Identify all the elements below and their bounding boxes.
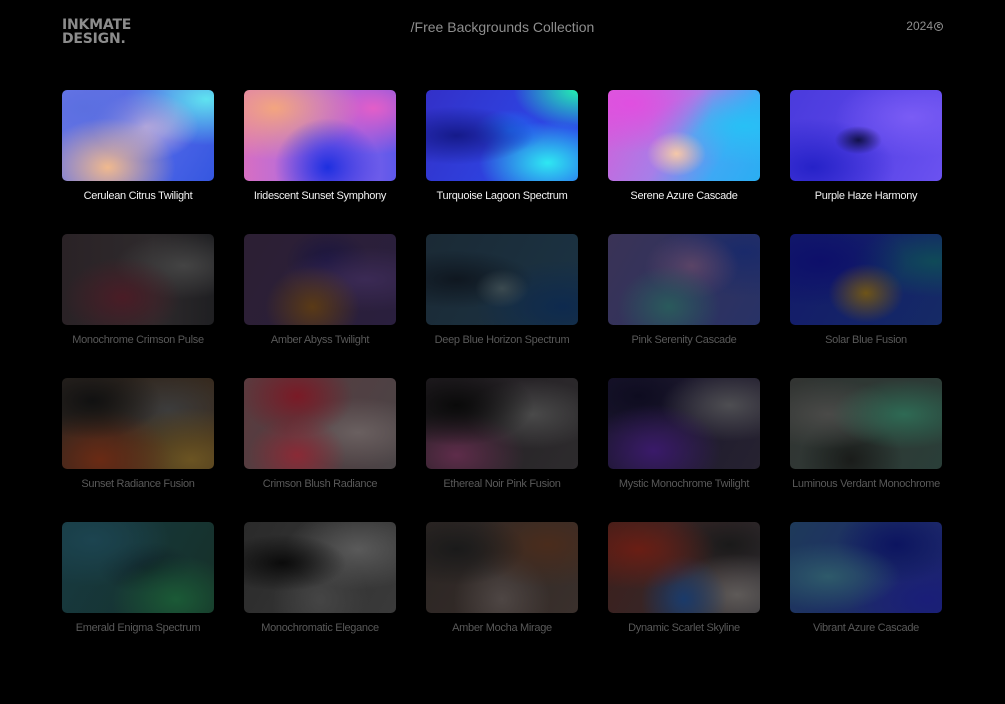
background-card[interactable]: Luminous Verdant Monochrome [790, 378, 942, 506]
background-title: Dynamic Scarlet Skyline [628, 622, 740, 634]
background-card[interactable]: Purple Haze Harmony [790, 90, 942, 218]
background-title: Ethereal Noir Pink Fusion [443, 478, 561, 490]
background-card[interactable]: Amber Abyss Twilight [244, 234, 396, 362]
background-card[interactable]: Cerulean Citrus Twilight [62, 90, 214, 218]
background-title: Cerulean Citrus Twilight [83, 190, 193, 202]
background-card[interactable]: Monochrome Crimson Pulse [62, 234, 214, 362]
background-card[interactable]: Iridescent Sunset Symphony [244, 90, 396, 218]
background-card[interactable]: Turquoise Lagoon Spectrum [426, 90, 578, 218]
background-card[interactable]: Solar Blue Fusion [790, 234, 942, 362]
background-title: Purple Haze Harmony [814, 190, 918, 202]
background-title: Emerald Enigma Spectrum [75, 622, 201, 634]
background-card[interactable]: Sunset Radiance Fusion [62, 378, 214, 506]
copyright-icon [934, 21, 943, 31]
background-thumbnail[interactable] [790, 90, 942, 181]
background-title: Deep Blue Horizon Spectrum [434, 334, 570, 346]
background-thumbnail[interactable] [426, 522, 578, 613]
background-thumbnail[interactable] [244, 378, 396, 469]
background-title: Monochrome Crimson Pulse [72, 334, 204, 346]
background-thumbnail[interactable] [62, 522, 214, 613]
background-title: Serene Azure Cascade [630, 190, 738, 202]
background-title: Monochromatic Elegance [261, 622, 379, 634]
background-thumbnail[interactable] [608, 234, 760, 325]
background-title: Turquoise Lagoon Spectrum [436, 190, 568, 202]
background-thumbnail[interactable] [244, 234, 396, 325]
background-card[interactable]: Crimson Blush Radiance [244, 378, 396, 506]
background-thumbnail[interactable] [608, 90, 760, 181]
background-card[interactable]: Pink Serenity Cascade [608, 234, 760, 362]
background-thumbnail[interactable] [608, 378, 760, 469]
background-card[interactable]: Vibrant Azure Cascade [790, 522, 942, 650]
background-thumbnail[interactable] [790, 522, 942, 613]
background-card[interactable]: Mystic Monochrome Twilight [608, 378, 760, 506]
background-title: Sunset Radiance Fusion [81, 478, 195, 490]
background-title: Amber Abyss Twilight [270, 334, 370, 346]
background-card[interactable]: Deep Blue Horizon Spectrum [426, 234, 578, 362]
year-stamp: 2024 [906, 19, 943, 33]
background-thumbnail[interactable] [426, 378, 578, 469]
background-title: Pink Serenity Cascade [631, 334, 737, 346]
background-card[interactable]: Emerald Enigma Spectrum [62, 522, 214, 650]
background-thumbnail[interactable] [426, 234, 578, 325]
background-thumbnail[interactable] [790, 378, 942, 469]
background-thumbnail[interactable] [608, 522, 760, 613]
background-card[interactable]: Ethereal Noir Pink Fusion [426, 378, 578, 506]
year-text: 2024 [906, 19, 933, 33]
background-card[interactable]: Dynamic Scarlet Skyline [608, 522, 760, 650]
background-thumbnail[interactable] [426, 90, 578, 181]
background-thumbnail[interactable] [244, 90, 396, 181]
background-title: Amber Mocha Mirage [452, 622, 552, 634]
background-title: Solar Blue Fusion [825, 334, 907, 346]
page-title: /Free Backgrounds Collection [410, 19, 595, 35]
background-title: Iridescent Sunset Symphony [253, 190, 387, 202]
background-title: Crimson Blush Radiance [262, 478, 378, 490]
background-thumbnail[interactable] [62, 234, 214, 325]
background-card[interactable]: Amber Mocha Mirage [426, 522, 578, 650]
background-card[interactable]: Serene Azure Cascade [608, 90, 760, 218]
background-thumbnail[interactable] [62, 90, 214, 181]
background-title: Mystic Monochrome Twilight [618, 478, 750, 490]
background-thumbnail[interactable] [790, 234, 942, 325]
background-title: Luminous Verdant Monochrome [792, 478, 940, 490]
backgrounds-grid: Cerulean Citrus Twilight Iridescent Suns… [62, 90, 942, 650]
background-thumbnail[interactable] [244, 522, 396, 613]
background-thumbnail[interactable] [62, 378, 214, 469]
background-title: Vibrant Azure Cascade [812, 622, 919, 634]
background-card[interactable]: Monochromatic Elegance [244, 522, 396, 650]
